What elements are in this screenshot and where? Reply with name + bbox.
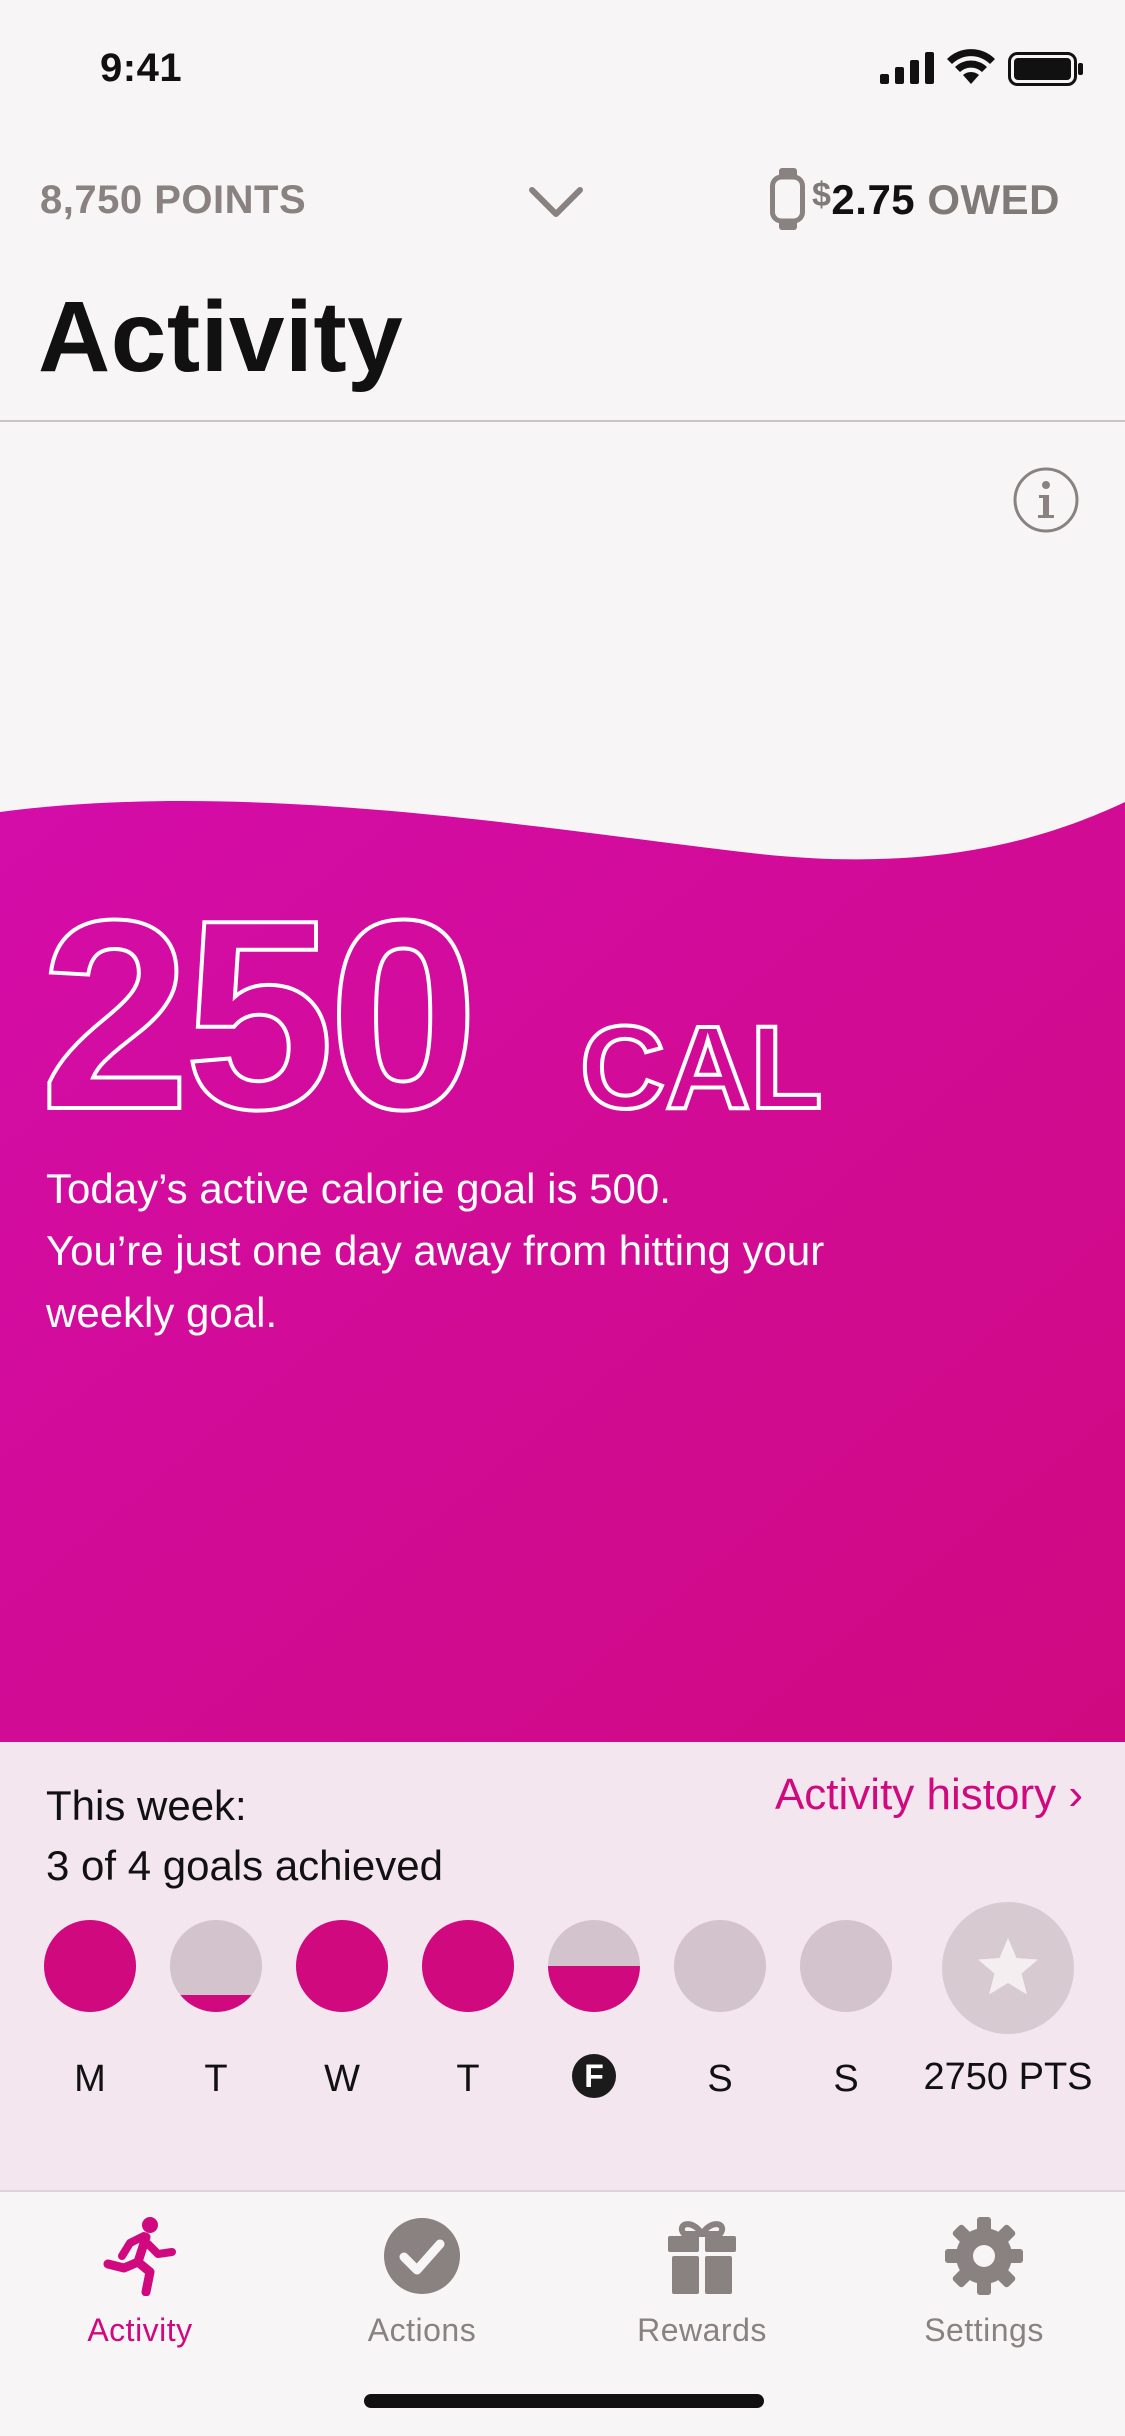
- day-label: T: [456, 2058, 480, 2100]
- tab-rewards[interactable]: Rewards: [602, 2206, 802, 2356]
- weekly-reward-badge[interactable]: [942, 1902, 1074, 2034]
- day-progress-dot: [548, 1920, 640, 2012]
- wifi-icon: [947, 49, 995, 84]
- calorie-message-line-3: weekly goal.: [46, 1289, 278, 1336]
- day-progress-fill: [422, 1920, 514, 2012]
- tab-activity[interactable]: Activity: [40, 2206, 240, 2356]
- calorie-value: 250: [40, 890, 472, 1130]
- info-icon[interactable]: [1012, 466, 1080, 534]
- currency-symbol: $: [812, 176, 832, 214]
- chevron-down-icon[interactable]: [528, 182, 584, 222]
- running-person-icon: [103, 2217, 176, 2296]
- week-title: This week:: [46, 1782, 247, 1829]
- tab-settings[interactable]: Settings: [884, 2206, 1084, 2356]
- calorie-message-line-1: Today’s active calorie goal is 500.: [46, 1165, 671, 1212]
- page-title: Activity: [38, 281, 404, 393]
- gear-icon: [945, 2217, 1023, 2295]
- reward-points-label: 2750 PTS: [923, 2056, 1093, 2098]
- points-balance[interactable]: 8,750 POINTS: [40, 178, 306, 223]
- day-label: S: [707, 2058, 733, 2100]
- header-bar: 8,750 POINTS $2.75 OWED: [0, 168, 1125, 234]
- tab-label: Rewards: [637, 2312, 767, 2348]
- activity-history-link[interactable]: Activity history ›: [775, 1770, 1083, 1820]
- weekly-summary: This week: 3 of 4 goals achieved: [46, 1776, 443, 1896]
- day-label: T: [204, 2058, 228, 2100]
- gift-icon: [668, 2221, 736, 2294]
- cellular-signal-icon: [880, 52, 934, 84]
- day-label: F: [572, 2054, 616, 2098]
- star-icon: [978, 1938, 1038, 1995]
- checkmark-circle-icon: [384, 2218, 460, 2294]
- day-progress-fill: [548, 1966, 640, 2012]
- day-progress-dot: [800, 1920, 892, 2012]
- tab-actions[interactable]: Actions: [322, 2206, 522, 2356]
- tab-label: Actions: [367, 2312, 477, 2348]
- battery-icon: [1008, 52, 1083, 86]
- calorie-message: Today’s active calorie goal is 500. You’…: [46, 1158, 1046, 1344]
- status-bar: 9:41: [0, 0, 1125, 132]
- day-progress-fill: [170, 1995, 262, 2012]
- home-indicator: [364, 2394, 764, 2408]
- owed-label: OWED: [927, 176, 1060, 223]
- day-label: M: [74, 2058, 106, 2100]
- tab-label: Activity: [87, 2312, 193, 2348]
- activity-screen: 9:41 8,750 POINTS $2.75 OWED Activity 25…: [0, 0, 1125, 2436]
- day-progress-dot: [422, 1920, 514, 2012]
- goals-achieved: 3 of 4 goals achieved: [46, 1842, 443, 1889]
- day-progress-dot: [170, 1920, 262, 2012]
- day-progress-dot: [674, 1920, 766, 2012]
- status-time: 9:41: [100, 46, 183, 90]
- day-label: S: [833, 2058, 859, 2100]
- watch-icon: [770, 168, 805, 230]
- day-label: W: [324, 2058, 360, 2100]
- tab-label: Settings: [924, 2312, 1044, 2348]
- amount-owed[interactable]: $2.75 OWED: [812, 176, 1060, 224]
- calorie-count: 250 CAL: [40, 890, 825, 1130]
- day-progress-fill: [296, 1920, 388, 2012]
- day-progress-dot: [296, 1920, 388, 2012]
- day-progress-fill: [44, 1920, 136, 2012]
- calorie-unit: CAL: [580, 1002, 823, 1130]
- day-progress-dot: [44, 1920, 136, 2012]
- owed-amount: 2.75: [831, 176, 916, 223]
- calorie-message-line-2: You’re just one day away from hitting yo…: [46, 1227, 825, 1274]
